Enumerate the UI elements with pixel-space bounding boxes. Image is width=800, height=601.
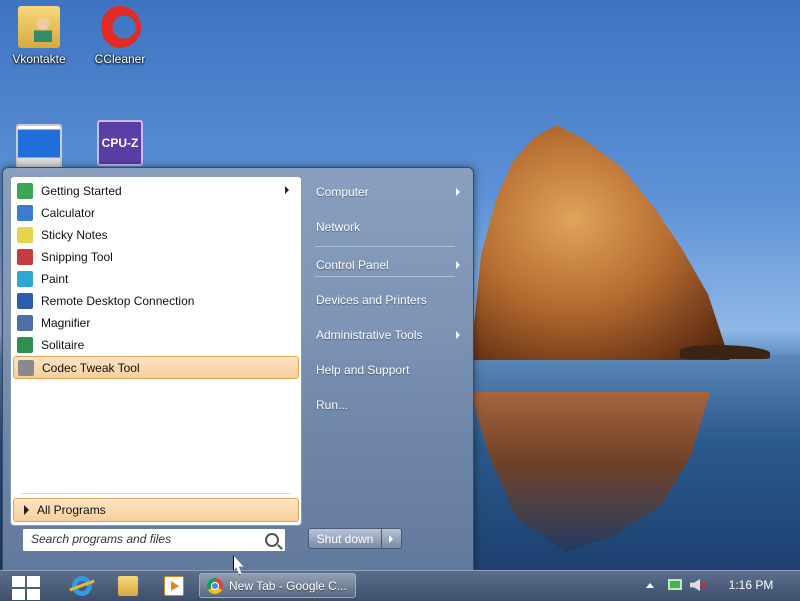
right-pane-item-label: Administrative Tools [316, 328, 423, 342]
submenu-arrow-icon [456, 261, 460, 269]
scissors-icon [17, 248, 33, 265]
search-icon[interactable] [265, 533, 279, 547]
submenu-arrow-icon [456, 331, 460, 339]
program-item-label: Snipping Tool [41, 249, 113, 264]
windows-logo-icon [12, 576, 25, 587]
right-pane-item-label: Computer [316, 185, 369, 199]
right-pane-item-label: Help and Support [316, 363, 410, 377]
getting-started-icon [17, 182, 33, 199]
right-pane-item[interactable]: Control Panel [308, 253, 468, 277]
clock[interactable]: 1:16 PM [716, 578, 786, 592]
program-item-label: Getting Started [41, 183, 122, 198]
right-pane-item[interactable]: Administrative Tools [308, 323, 468, 347]
triangle-right-icon [24, 505, 29, 515]
computer-icon [16, 124, 62, 170]
right-pane-item[interactable]: Devices and Printers [308, 288, 468, 312]
paint-icon [17, 270, 33, 287]
program-item-label: Remote Desktop Connection [41, 293, 195, 308]
sticky-notes-icon [17, 226, 33, 243]
mute-x-icon: × [700, 578, 708, 592]
file-explorer-icon[interactable] [118, 576, 138, 596]
desktop-icon-ccleaner[interactable]: CCleaner [85, 6, 155, 66]
start-menu: Getting Started Calculator Sticky Notes Sni… [2, 167, 474, 572]
right-pane-item[interactable]: Network [308, 215, 468, 239]
windows-logo-icon [12, 589, 25, 600]
shutdown-options-button[interactable] [382, 528, 402, 549]
program-item[interactable]: Solitaire [13, 334, 299, 355]
right-pane-item-label: Run... [316, 398, 349, 412]
all-programs-label: All Programs [37, 503, 106, 517]
magnifier-icon [17, 314, 33, 331]
cpuz-icon: CPU-Z [97, 120, 143, 166]
program-item[interactable]: Calculator [13, 202, 299, 223]
desktop-icon-label: Vkontakte [12, 52, 66, 66]
program-item[interactable]: Paint [13, 268, 299, 289]
right-pane-item[interactable]: Run... [308, 393, 468, 417]
right-pane-item[interactable]: Help and Support [308, 358, 468, 382]
program-item-label: Solitaire [41, 337, 85, 352]
program-item-label: Calculator [41, 205, 96, 220]
taskbar-button-label: New Tab - Google C... [229, 578, 347, 593]
right-pane-item-label: Control Panel [316, 258, 389, 272]
volume-muted-icon[interactable] [690, 579, 700, 591]
show-hidden-icons-arrow[interactable] [646, 583, 654, 588]
wallpaper-rock [470, 125, 730, 360]
program-item[interactable]: Sticky Notes [13, 224, 299, 245]
right-pane-item[interactable]: Computer [308, 180, 468, 204]
windows-logo-icon [27, 589, 40, 600]
right-pane-separator [315, 246, 455, 247]
program-item-label: Paint [41, 271, 69, 286]
remote-desktop-icon [17, 292, 33, 309]
solitaire-icon [17, 336, 33, 353]
search-input[interactable] [23, 529, 264, 549]
network-icon[interactable] [668, 579, 682, 590]
program-item-label: Sticky Notes [41, 227, 108, 242]
desktop-icon-cpuz[interactable]: CPU-Z [85, 120, 155, 170]
search-box[interactable] [22, 528, 286, 552]
submenu-arrow-icon [285, 186, 289, 194]
program-item[interactable]: Snipping Tool [13, 246, 299, 267]
submenu-arrow-icon [456, 188, 460, 196]
program-item-label: Codec Tweak Tool [42, 360, 140, 375]
internet-explorer-icon[interactable] [72, 576, 92, 596]
all-programs-button[interactable]: All Programs [13, 498, 299, 522]
desktop-icon-label: CCleaner [94, 52, 146, 66]
right-pane-item-label: Devices and Printers [316, 293, 427, 307]
folder-user-icon [18, 6, 60, 48]
media-player-icon[interactable] [164, 576, 184, 596]
program-item[interactable]: Codec Tweak Tool [13, 356, 299, 379]
programs-separator [21, 493, 291, 494]
right-pane-separator [315, 276, 455, 277]
desktop-icon-vkontakte[interactable]: Vkontakte [4, 6, 74, 66]
start-button[interactable] [6, 572, 46, 600]
program-item-label: Magnifier [41, 315, 91, 330]
taskbar-button-chrome[interactable]: New Tab - Google C... [199, 573, 356, 598]
shutdown-button[interactable]: Shut down [308, 528, 382, 549]
taskbar: New Tab - Google C... × 1:16 PM [0, 570, 800, 601]
program-item[interactable]: Magnifier [13, 312, 299, 333]
program-item[interactable]: Remote Desktop Connection [13, 290, 299, 311]
wallpaper-small-rocks [680, 345, 770, 359]
windows-logo-icon [27, 576, 40, 587]
program-item[interactable]: Getting Started [13, 180, 299, 201]
tools-icon [18, 359, 34, 376]
ccleaner-icon [99, 6, 141, 48]
calculator-icon [17, 204, 33, 221]
programs-pane: Getting Started Calculator Sticky Notes Sni… [10, 176, 302, 526]
right-pane-item-label: Network [316, 220, 361, 234]
chrome-icon [207, 577, 223, 594]
